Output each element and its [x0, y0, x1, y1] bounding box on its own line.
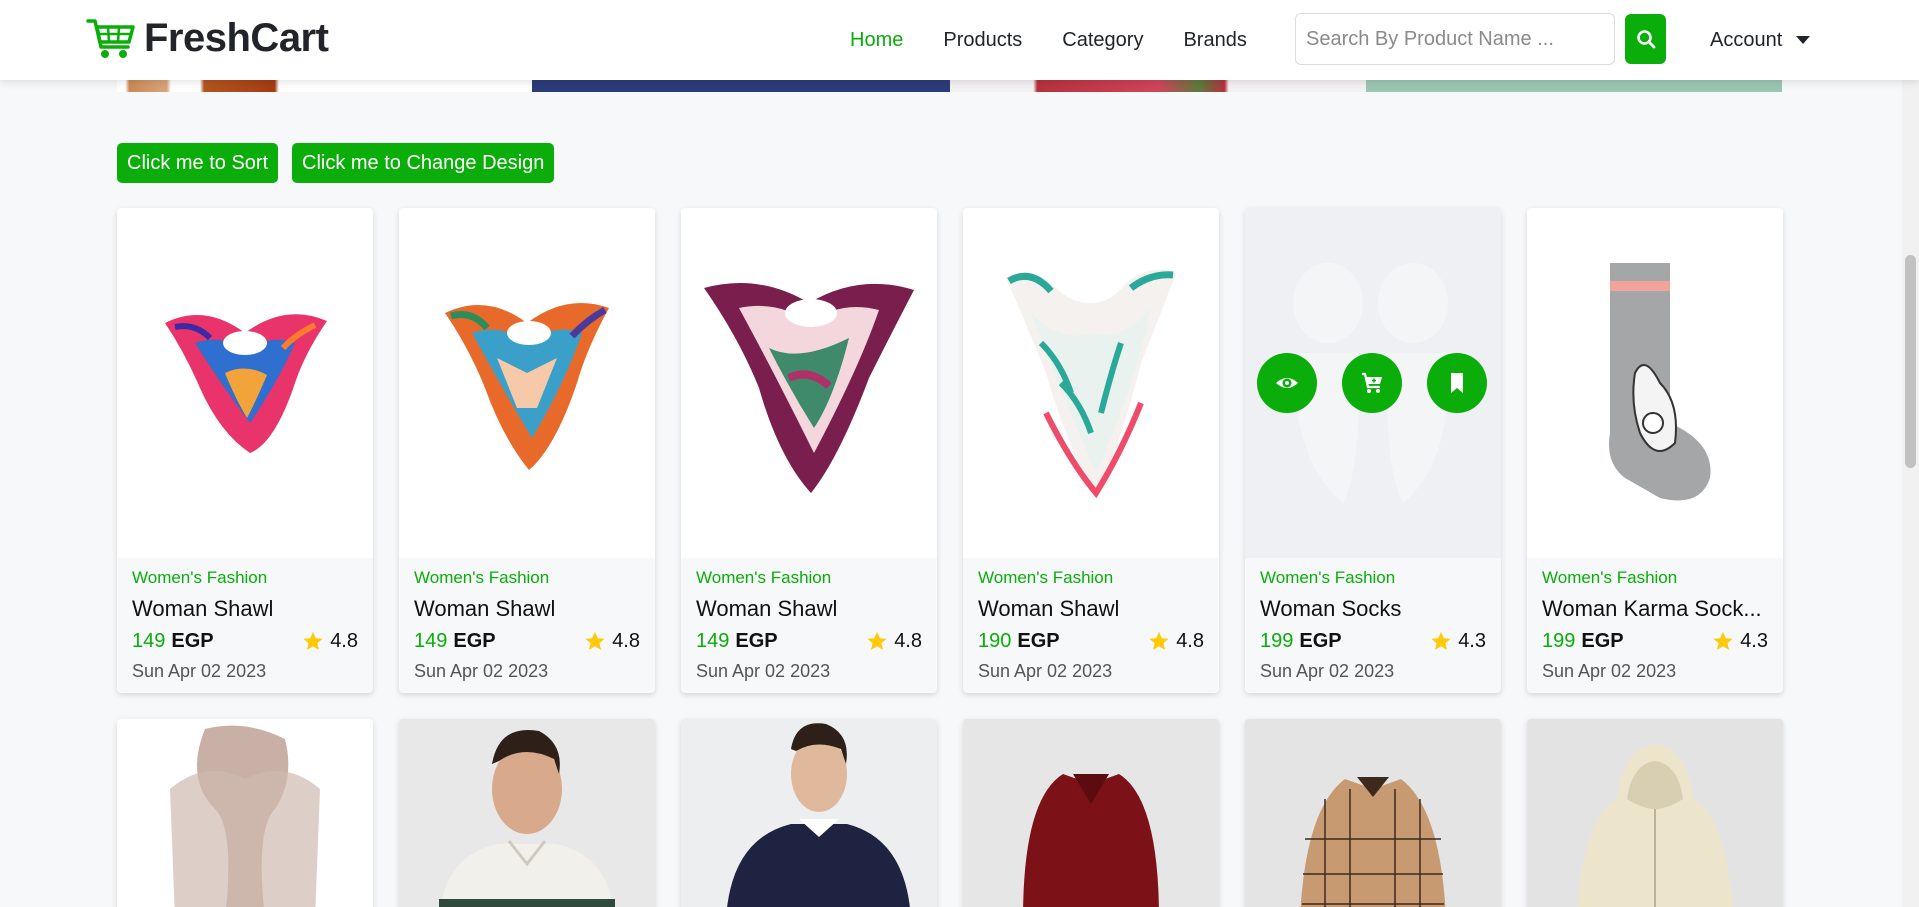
product-image	[399, 719, 655, 907]
polo-man-image	[439, 729, 615, 907]
product-grid: Women's Fashion Woman Shawl 149 EGP 4.8 S…	[117, 208, 1783, 907]
product-image	[1527, 208, 1783, 558]
product-rating: 4.8	[584, 630, 640, 653]
navbar: FreshCart Home Products Category Brands …	[0, 0, 1919, 80]
page-scrollbar[interactable]	[1902, 0, 1919, 907]
brand-logo[interactable]: FreshCart	[86, 16, 329, 61]
product-title: Woman Shawl	[414, 596, 556, 621]
product-title: Woman Shawl	[132, 596, 274, 621]
sort-button[interactable]: Click me to Sort	[117, 143, 279, 183]
scarf-beige-image	[170, 725, 320, 907]
product-card[interactable]: Women's Fashion Woman Socks 199 EGP 4.3 S…	[1245, 208, 1501, 693]
product-category: Women's Fashion	[1542, 568, 1678, 587]
star-icon	[1431, 631, 1451, 650]
search-input[interactable]	[1295, 13, 1615, 65]
star-icon	[1149, 631, 1169, 650]
product-rating: 4.8	[302, 630, 358, 653]
brand-name: FreshCart	[144, 16, 329, 60]
product-price: 149 EGP	[696, 629, 778, 652]
scarf-purple-image	[704, 283, 914, 493]
account-dropdown[interactable]: Account	[1710, 0, 1811, 80]
product-card[interactable]	[681, 719, 937, 907]
scarf-multicolor-image	[165, 314, 327, 453]
product-card[interactable]	[963, 719, 1219, 907]
scrollbar-thumb[interactable]	[1905, 255, 1916, 468]
product-price: 149 EGP	[414, 629, 496, 652]
product-date: Sun Apr 02 2023	[696, 661, 831, 681]
product-price: 149 EGP	[132, 629, 214, 652]
star-icon	[585, 631, 605, 650]
product-date: Sun Apr 02 2023	[132, 661, 267, 681]
product-rating: 4.3	[1712, 630, 1768, 653]
cart-icon	[86, 18, 135, 58]
product-image	[681, 719, 937, 907]
product-image	[1527, 719, 1783, 907]
sweater-man-image	[727, 723, 910, 907]
main-nav: Home Products Category Brands	[850, 0, 1247, 80]
blouse-red-image	[1023, 774, 1159, 907]
account-label: Account	[1710, 28, 1783, 51]
bookmark-icon	[1451, 373, 1463, 393]
shirt-plaid-image	[1300, 777, 1446, 907]
nav-home[interactable]: Home	[850, 29, 903, 52]
change-design-button[interactable]: Click me to Change Design	[292, 143, 555, 183]
product-title: Woman Shawl	[696, 596, 838, 621]
cart-plus-icon	[1362, 372, 1382, 393]
product-category: Women's Fashion	[1260, 568, 1396, 587]
product-category: Women's Fashion	[414, 568, 550, 587]
product-card[interactable]	[117, 719, 373, 907]
product-card[interactable]: Women's Fashion Woman Karma Sock... 199 E…	[1527, 208, 1783, 693]
product-date: Sun Apr 02 2023	[978, 661, 1113, 681]
star-icon	[1713, 631, 1733, 650]
product-card[interactable]: Women's Fashion Woman Shawl 190 EGP 4.8 S…	[963, 208, 1219, 693]
quick-actions	[1257, 353, 1487, 413]
star-icon	[303, 631, 323, 650]
product-card[interactable]	[399, 719, 655, 907]
product-title: Woman Shawl	[978, 596, 1120, 621]
product-card[interactable]	[1245, 719, 1501, 907]
eye-icon	[1276, 378, 1298, 388]
product-category: Women's Fashion	[132, 568, 268, 587]
scarf-orange-blue-image	[445, 303, 609, 470]
product-category: Women's Fashion	[978, 568, 1114, 587]
product-card[interactable]	[1527, 719, 1783, 907]
product-image	[1245, 208, 1501, 558]
hoodie-cream-image	[1577, 744, 1733, 907]
product-image	[1245, 719, 1501, 907]
product-card[interactable]: Women's Fashion Woman Shawl 149 EGP 4.8 S…	[117, 208, 373, 693]
product-card[interactable]: Women's Fashion Woman Shawl 149 EGP 4.8 S…	[681, 208, 937, 693]
nav-brands[interactable]: Brands	[1183, 29, 1246, 52]
product-date: Sun Apr 02 2023	[1542, 661, 1677, 681]
search-button[interactable]	[1625, 14, 1666, 64]
caret-down-icon	[1796, 36, 1811, 44]
product-title: Woman Karma Sock...	[1542, 596, 1762, 621]
nav-products[interactable]: Products	[943, 29, 1022, 52]
product-price: 190 EGP	[978, 629, 1060, 652]
scarf-floral-image	[1006, 269, 1176, 499]
product-price: 199 EGP	[1542, 629, 1624, 652]
add-to-cart-button[interactable]	[1342, 353, 1402, 413]
quick-view-button[interactable]	[1257, 353, 1317, 413]
product-category: Women's Fashion	[696, 568, 832, 587]
product-date: Sun Apr 02 2023	[1260, 661, 1395, 681]
search-icon	[1636, 30, 1655, 49]
product-price: 199 EGP	[1260, 629, 1342, 652]
product-rating: 4.8	[1148, 630, 1204, 653]
product-image	[399, 208, 655, 558]
sock-grey-image	[1609, 263, 1711, 501]
product-image	[681, 208, 937, 558]
wishlist-button[interactable]	[1427, 353, 1487, 413]
product-image	[117, 719, 373, 907]
star-icon	[867, 631, 887, 650]
product-image	[963, 719, 1219, 907]
product-date: Sun Apr 02 2023	[414, 661, 549, 681]
product-image	[117, 208, 373, 558]
product-title: Woman Socks	[1260, 596, 1402, 621]
nav-category[interactable]: Category	[1062, 29, 1143, 52]
product-rating: 4.8	[866, 630, 922, 653]
product-image	[963, 208, 1219, 558]
product-card[interactable]: Women's Fashion Woman Shawl 149 EGP 4.8 S…	[399, 208, 655, 693]
product-rating: 4.3	[1430, 630, 1486, 653]
